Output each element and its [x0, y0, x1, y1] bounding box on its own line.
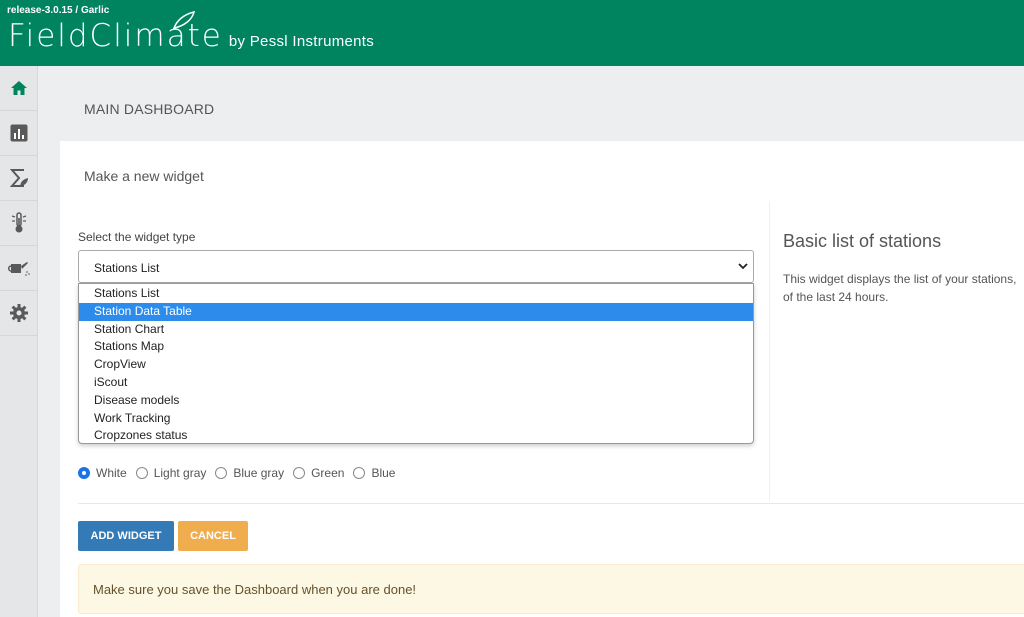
dropdown-option[interactable]: Work Tracking — [79, 410, 753, 428]
radio-label: Green — [311, 466, 345, 480]
sidebar-item-models[interactable] — [0, 156, 38, 201]
sidebar-item-settings[interactable] — [0, 291, 38, 336]
alert-text: Make sure you save the Dashboard when yo… — [93, 582, 417, 597]
radio-label: Blue gray — [233, 466, 285, 480]
watering-can-icon — [8, 262, 30, 276]
dropdown-option[interactable]: Station Chart — [79, 321, 753, 339]
radio-dot[interactable] — [293, 467, 306, 479]
logo-byline: by Pessl Instruments — [228, 33, 375, 50]
preview-desc-line: of the last 24 hours. — [783, 290, 889, 304]
dropdown-option[interactable]: Stations List — [79, 285, 753, 303]
color-radio-blue[interactable]: Blue — [353, 466, 395, 480]
sigma-leaf-icon — [9, 169, 28, 187]
sidebar-item-home[interactable] — [0, 66, 38, 111]
thermometer-icon — [11, 212, 27, 233]
app-header: release-3.0.15 / Garlic FieldClimate by … — [0, 0, 1024, 66]
dropdown-option-highlighted[interactable]: Station Data Table — [79, 302, 753, 321]
page-title: MAIN DASHBOARD — [84, 101, 215, 117]
dropdown-option[interactable]: Disease models — [79, 392, 753, 410]
radio-label: Blue — [371, 466, 396, 480]
widget-color-radios: White Light gray Blue gray Green Blue — [78, 466, 404, 480]
dropdown-option[interactable]: CropView — [79, 356, 753, 374]
divider-vertical — [769, 201, 770, 501]
radio-dot[interactable] — [78, 467, 90, 479]
color-radio-blue-gray[interactable]: Blue gray — [215, 466, 284, 480]
widget-type-label: Select the widget type — [78, 230, 196, 244]
home-icon — [11, 81, 27, 95]
divider-horizontal — [78, 503, 1024, 504]
sidebar — [0, 66, 38, 617]
sidebar-item-irrigation[interactable] — [0, 246, 38, 291]
radio-dot[interactable] — [135, 467, 148, 479]
preview-title: Basic list of stations — [783, 231, 942, 251]
color-radio-light-gray[interactable]: Light gray — [135, 466, 207, 480]
bar-chart-icon — [10, 124, 28, 142]
color-radio-white[interactable]: White — [78, 466, 127, 480]
widget-type-value: Stations List — [94, 261, 160, 275]
add-widget-button[interactable]: ADD WIDGET — [78, 521, 174, 551]
color-radio-green[interactable]: Green — [293, 466, 344, 480]
new-widget-panel: Make a new widget Select the widget type… — [60, 141, 1024, 617]
sidebar-item-sensors[interactable] — [0, 201, 38, 246]
chevron-down-icon — [738, 263, 748, 270]
widget-type-dropdown: Stations List Station Data Table Station… — [78, 283, 754, 444]
radio-label: Light gray — [153, 466, 207, 480]
sidebar-item-charts[interactable] — [0, 111, 38, 156]
dropdown-option[interactable]: Stations Map — [79, 338, 753, 356]
preview-description: This widget displays the list of your st… — [783, 270, 1024, 306]
gear-icon — [10, 304, 28, 322]
preview-desc-line: This widget displays the list of your st… — [783, 272, 1017, 286]
radio-label: White — [96, 466, 127, 480]
leaf-logo-icon — [172, 10, 196, 30]
panel-title: Make a new widget — [84, 168, 204, 184]
radio-dot[interactable] — [215, 467, 228, 479]
dropdown-option[interactable]: iScout — [79, 374, 753, 392]
widget-type-select[interactable]: Stations List — [78, 250, 754, 283]
cancel-button[interactable]: CANCEL — [178, 521, 248, 551]
release-label: release-3.0.15 / Garlic — [7, 5, 110, 16]
dropdown-option[interactable]: Cropzones status — [79, 427, 753, 445]
radio-dot[interactable] — [353, 467, 366, 479]
save-reminder-alert: Make sure you save the Dashboard when yo… — [78, 564, 1024, 614]
